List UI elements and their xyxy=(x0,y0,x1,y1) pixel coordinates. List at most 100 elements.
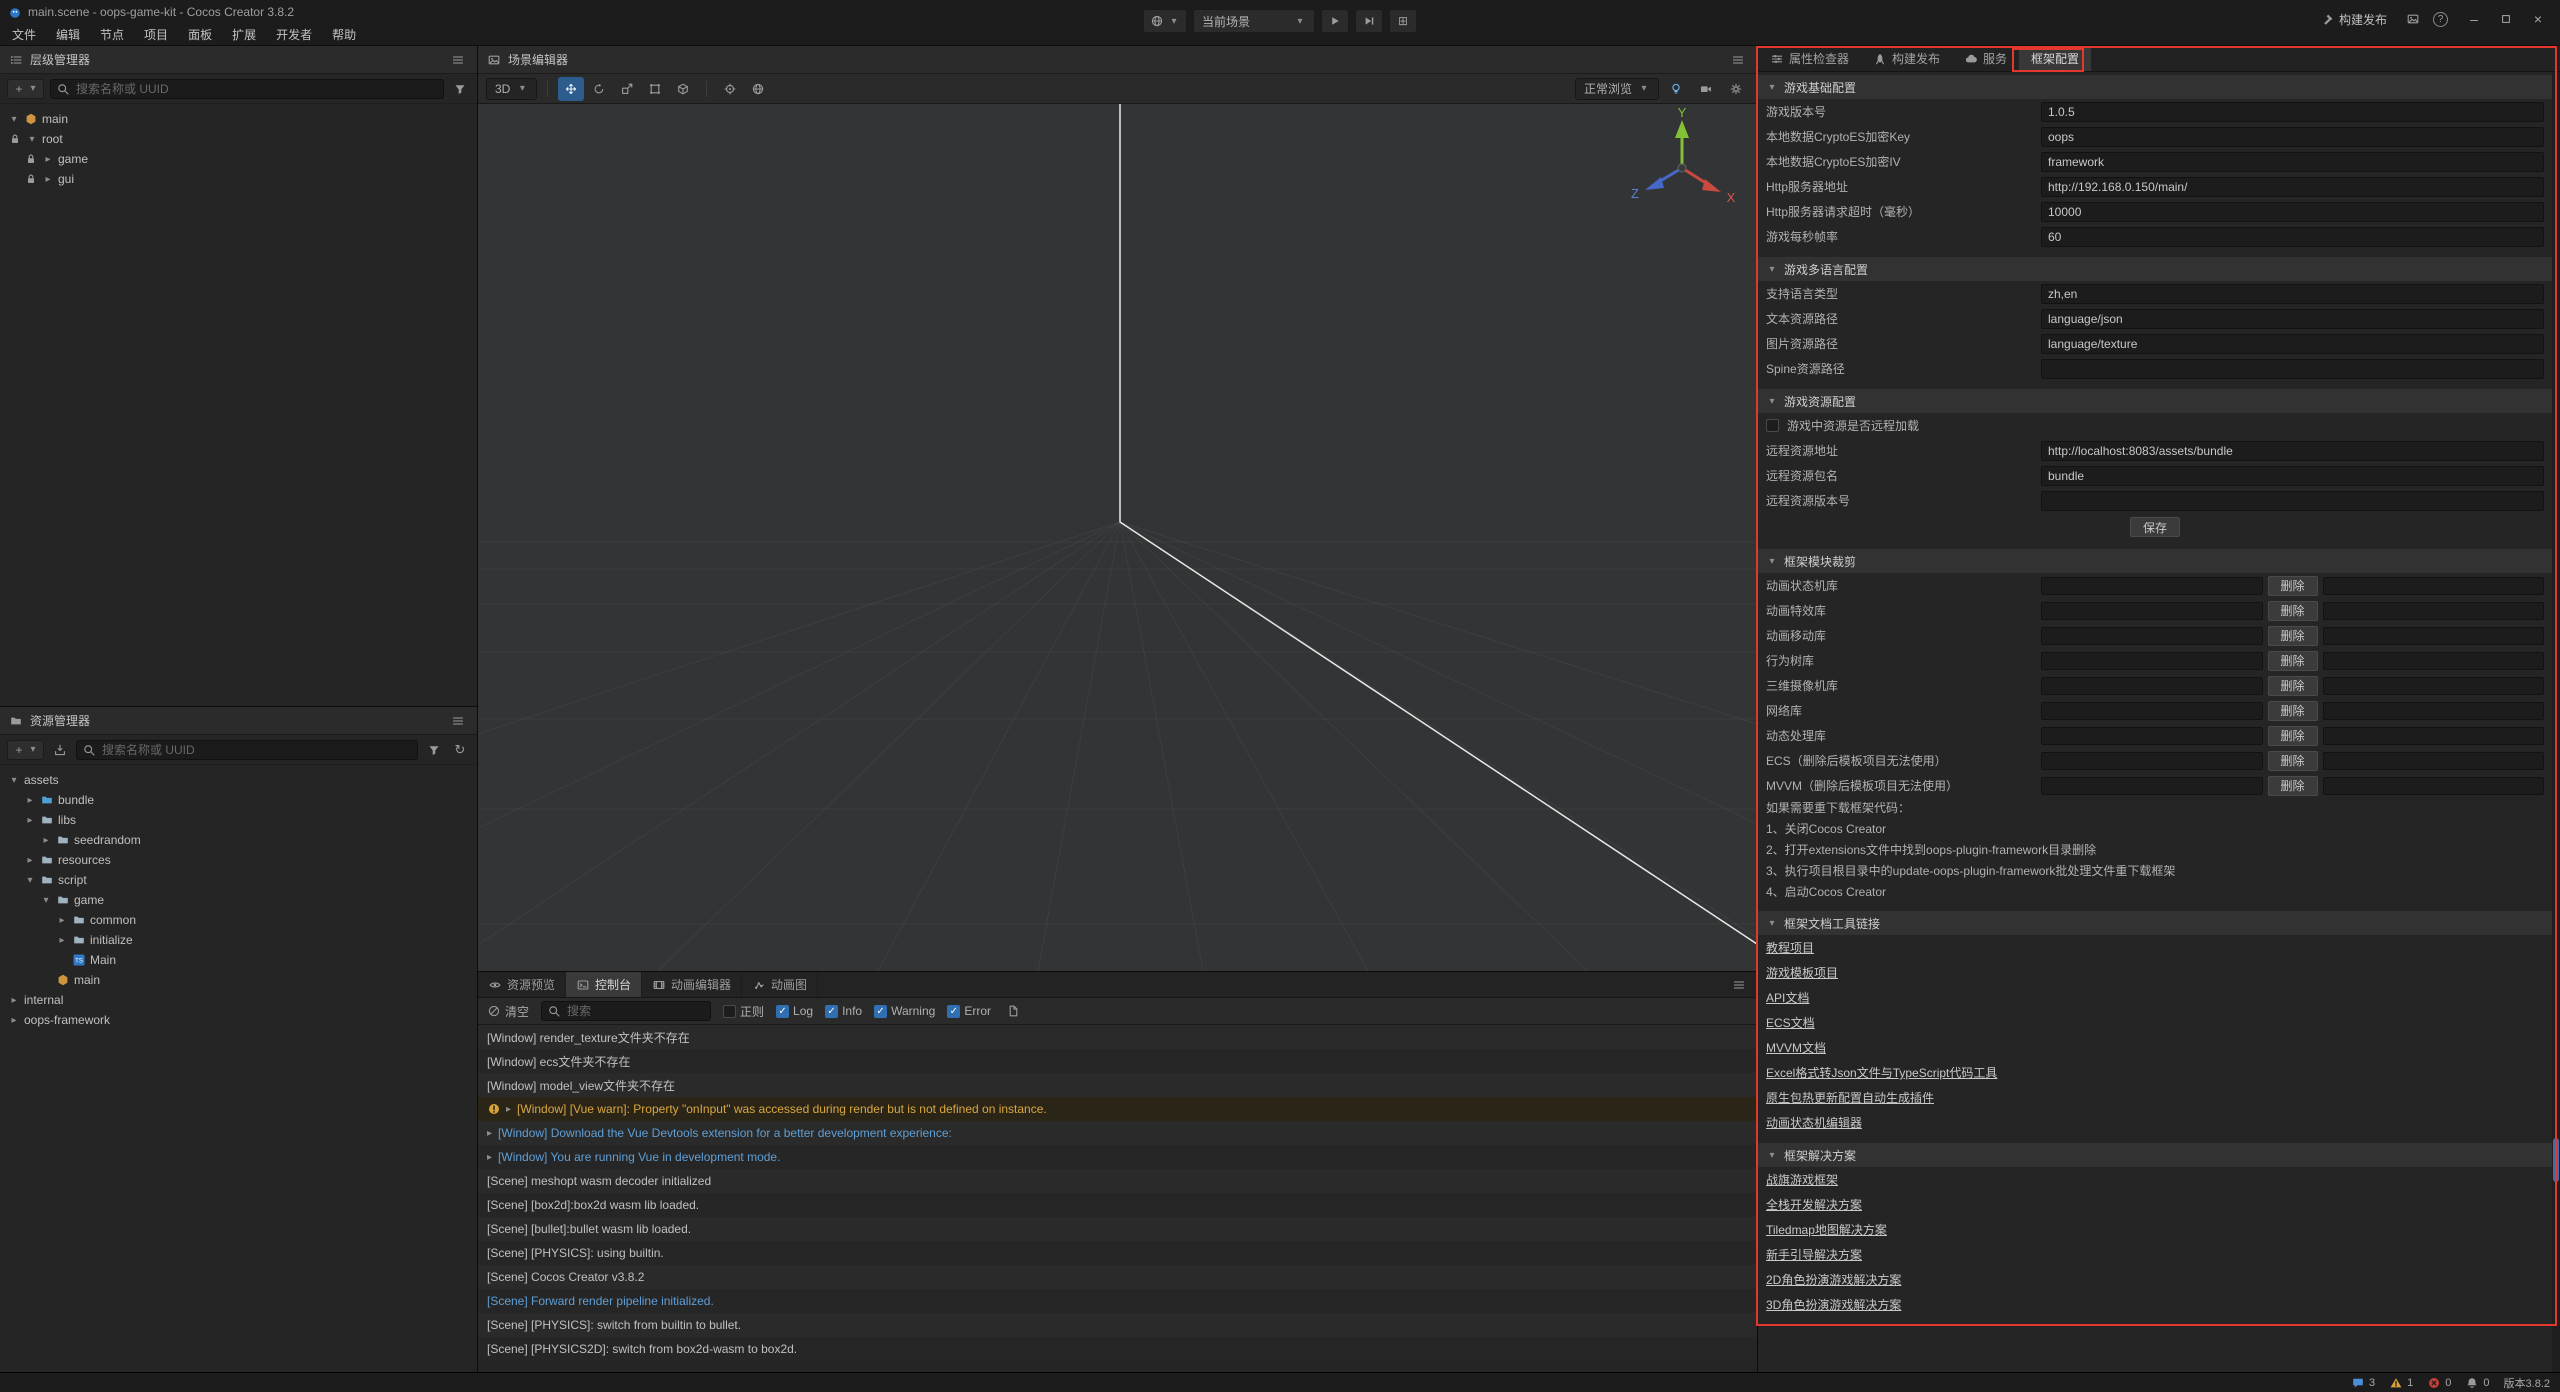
hierarchy-node[interactable]: ▾main xyxy=(0,109,477,129)
module-asset-slot[interactable] xyxy=(2323,752,2545,770)
preview-platform-button[interactable]: ▾ xyxy=(1143,9,1187,33)
view-mode-select[interactable]: 正常浏览 ▾ xyxy=(1575,78,1659,100)
create-node-button[interactable]: + ▾ xyxy=(7,79,44,99)
doc-link[interactable]: API文档 xyxy=(1766,989,1809,1006)
module-asset-slot[interactable] xyxy=(2041,602,2263,620)
scrollbar-thumb[interactable] xyxy=(2553,1138,2559,1182)
property-input[interactable] xyxy=(2041,309,2544,329)
inspector-tab-framework[interactable]: 框架配置 xyxy=(2019,46,2091,71)
section-header-2[interactable]: ▾游戏资源配置 xyxy=(1758,389,2552,413)
property-input[interactable] xyxy=(2041,466,2544,486)
hierarchy-node[interactable]: ▸game xyxy=(0,149,477,169)
hierarchy-node[interactable]: ▸gui xyxy=(0,169,477,189)
inspector-tab-build[interactable]: 构建发布 xyxy=(1861,46,1952,71)
log-row[interactable]: [Window] ecs文件夹不存在 xyxy=(478,1049,1757,1073)
doc-link[interactable]: 战旗游戏框架 xyxy=(1766,1171,1838,1188)
menu-item[interactable]: 节点 xyxy=(90,23,134,45)
delete-module-button[interactable]: 删除 xyxy=(2268,601,2318,621)
asset-node[interactable]: ▸libs xyxy=(0,810,477,830)
console-search-input[interactable] xyxy=(541,1001,711,1021)
menu-item[interactable]: 面板 xyxy=(178,23,222,45)
property-input[interactable] xyxy=(2041,127,2544,147)
hierarchy-menu-icon[interactable] xyxy=(448,50,468,70)
delete-module-button[interactable]: 删除 xyxy=(2268,776,2318,796)
log-row[interactable]: [Scene] [PHYSICS]: using builtin. xyxy=(478,1241,1757,1265)
property-input[interactable] xyxy=(2041,227,2544,247)
doc-link[interactable]: 教程项目 xyxy=(1766,939,1814,956)
regex-checkbox[interactable] xyxy=(723,1005,736,1018)
property-input[interactable] xyxy=(2041,152,2544,172)
console-tab-anim-editor[interactable]: 动画编辑器 xyxy=(642,972,742,997)
doc-link[interactable]: MVVM文档 xyxy=(1766,1039,1826,1056)
asset-node[interactable]: ▸bundle xyxy=(0,790,477,810)
asset-node[interactable]: ▸seedrandom xyxy=(0,830,477,850)
log-row[interactable]: [Scene] [PHYSICS]: switch from builtin t… xyxy=(478,1313,1757,1337)
doc-link[interactable]: 新手引导解决方案 xyxy=(1766,1246,1862,1263)
property-input[interactable] xyxy=(2041,202,2544,222)
caret-right-icon[interactable]: ▸ xyxy=(24,855,36,866)
create-asset-button[interactable]: + ▾ xyxy=(7,740,44,760)
module-asset-slot[interactable] xyxy=(2041,577,2263,595)
regex-toggle[interactable]: 正则 xyxy=(723,1003,764,1020)
doc-link[interactable]: 原生包热更新配置自动生成插件 xyxy=(1766,1089,1934,1106)
refresh-assets-icon[interactable]: ↻ xyxy=(450,740,470,760)
caret-right-icon[interactable]: ▸ xyxy=(56,915,68,926)
inspector-scrollbar[interactable] xyxy=(2552,72,2560,1372)
dimension-toggle[interactable]: 3D ▾ xyxy=(486,78,537,100)
close-button[interactable]: × xyxy=(2522,8,2554,30)
build-publish-button[interactable]: 构建发布 xyxy=(2315,7,2393,31)
section-header-3[interactable]: ▾框架模块裁剪 xyxy=(1758,549,2552,573)
delete-module-button[interactable]: 删除 xyxy=(2268,701,2318,721)
asset-node[interactable]: ▸internal xyxy=(0,990,477,1010)
assets-menu-icon[interactable] xyxy=(448,711,468,731)
assets-search-input[interactable] xyxy=(76,740,418,760)
menu-item[interactable]: 文件 xyxy=(2,23,46,45)
inspector-tab-inspector[interactable]: 属性检查器 xyxy=(1758,46,1861,71)
caret-right-icon[interactable]: ▸ xyxy=(42,154,54,165)
preview-scene-select[interactable]: 当前场景 ▾ xyxy=(1193,9,1315,33)
property-input[interactable] xyxy=(2041,334,2544,354)
doc-link[interactable]: Excel格式转Json文件与TypeScript代码工具 xyxy=(1766,1064,1997,1081)
play-button[interactable] xyxy=(1321,9,1349,33)
caret-right-icon[interactable]: ▸ xyxy=(24,795,36,806)
hierarchy-search-input[interactable] xyxy=(50,79,444,99)
scene-settings-button[interactable] xyxy=(1723,77,1749,101)
property-input[interactable] xyxy=(2041,177,2544,197)
pivot-tool[interactable] xyxy=(717,77,743,101)
export-log-icon[interactable] xyxy=(1003,1001,1023,1021)
property-input[interactable] xyxy=(2041,284,2544,304)
module-asset-slot[interactable] xyxy=(2041,627,2263,645)
log-row[interactable]: ▸[Window] [Vue warn]: Property "onInput"… xyxy=(478,1097,1757,1121)
message-counter[interactable]: 3 xyxy=(2351,1376,2375,1390)
delete-module-button[interactable]: 删除 xyxy=(2268,751,2318,771)
asset-node[interactable]: ▸common xyxy=(0,910,477,930)
delete-module-button[interactable]: 删除 xyxy=(2268,626,2318,646)
log-row[interactable]: ▸[Window] Download the Vue Devtools exte… xyxy=(478,1121,1757,1145)
log-row[interactable]: [Scene] [bullet]:bullet wasm lib loaded. xyxy=(478,1217,1757,1241)
asset-node[interactable]: ▾game xyxy=(0,890,477,910)
console-tab-console[interactable]: 控制台 xyxy=(566,972,642,997)
caret-right-icon[interactable]: ▸ xyxy=(40,835,52,846)
caret-down-icon[interactable]: ▾ xyxy=(8,775,20,786)
module-asset-slot[interactable] xyxy=(2041,652,2263,670)
menu-item[interactable]: 帮助 xyxy=(322,23,366,45)
log-expand-icon[interactable]: ▸ xyxy=(487,1128,492,1139)
transform-tool[interactable] xyxy=(670,77,696,101)
delete-module-button[interactable]: 删除 xyxy=(2268,576,2318,596)
module-asset-slot[interactable] xyxy=(2323,727,2545,745)
orientation-gizmo[interactable]: Y X Z xyxy=(1617,108,1747,228)
log-row[interactable]: [Scene] Cocos Creator v3.8.2 xyxy=(478,1265,1757,1289)
remote-load-checkbox[interactable] xyxy=(1766,419,1779,432)
log-row[interactable]: [Window] render_texture文件夹不存在 xyxy=(478,1025,1757,1049)
module-asset-slot[interactable] xyxy=(2323,652,2545,670)
maximize-button[interactable] xyxy=(2490,8,2522,30)
caret-right-icon[interactable]: ▸ xyxy=(42,174,54,185)
log-row[interactable]: ▸[Window] You are running Vue in develop… xyxy=(478,1145,1757,1169)
module-asset-slot[interactable] xyxy=(2041,677,2263,695)
property-input[interactable] xyxy=(2041,491,2544,511)
menu-item[interactable]: 项目 xyxy=(134,23,178,45)
caret-down-icon[interactable]: ▾ xyxy=(40,895,52,906)
inspector-tab-service[interactable]: 服务 xyxy=(1952,46,2019,71)
error-counter[interactable]: 0 xyxy=(2427,1376,2451,1390)
delete-module-button[interactable]: 删除 xyxy=(2268,651,2318,671)
